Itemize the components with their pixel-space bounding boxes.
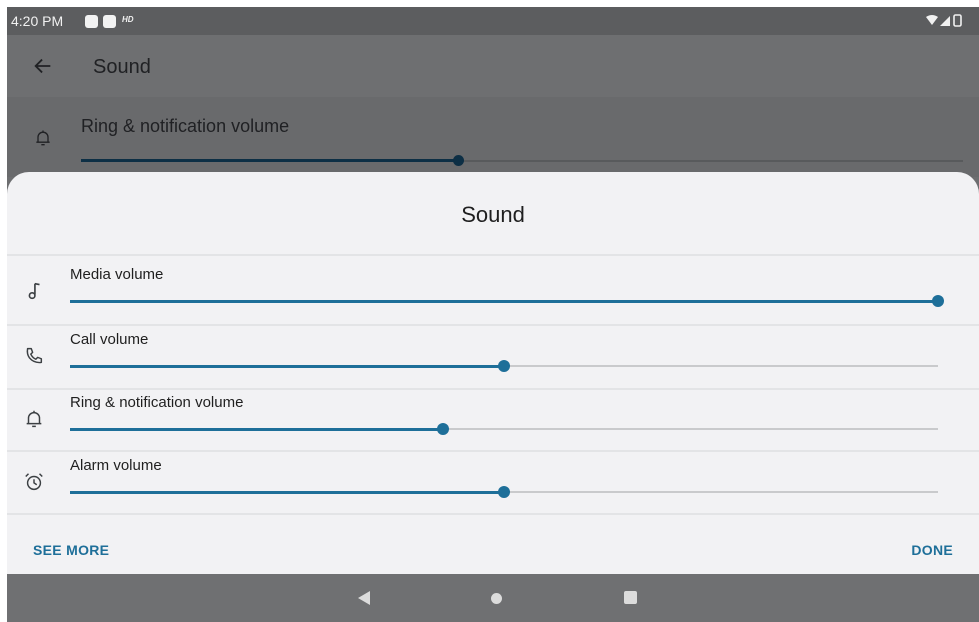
slider-label: Ring & notification volume bbox=[70, 394, 244, 411]
bell-icon bbox=[26, 410, 42, 428]
bg-row-label: Ring & notification volume bbox=[81, 116, 290, 136]
ring-volume-slider[interactable] bbox=[70, 423, 938, 435]
status-time: 4:20 PM bbox=[11, 13, 64, 29]
status-icons bbox=[925, 14, 965, 31]
hd-badge: HD bbox=[122, 15, 134, 24]
slider-thumb[interactable] bbox=[437, 423, 450, 435]
notification-icon bbox=[103, 15, 116, 28]
nav-back-icon[interactable] bbox=[357, 590, 371, 606]
bg-ring-volume-row: Ring & notification volume bbox=[7, 97, 979, 177]
media-volume-slider[interactable] bbox=[70, 295, 944, 307]
alarm-volume-row: Alarm volume bbox=[7, 451, 979, 513]
slider-thumb[interactable] bbox=[498, 360, 510, 372]
alarm-clock-icon bbox=[25, 473, 43, 491]
alarm-volume-slider[interactable] bbox=[70, 486, 938, 498]
navigation-bar bbox=[7, 574, 979, 622]
slider-fill bbox=[70, 364, 504, 368]
page-title: Sound bbox=[93, 56, 151, 78]
call-volume-row: Call volume bbox=[7, 325, 979, 387]
music-note-icon bbox=[28, 282, 40, 300]
cell-signal-icon bbox=[940, 16, 950, 26]
nav-recents-icon[interactable] bbox=[624, 591, 637, 604]
bell-icon bbox=[36, 130, 50, 146]
call-volume-slider[interactable] bbox=[70, 360, 938, 372]
tablet-screen: 4:20 PM HD Sound Ring & notification vol… bbox=[7, 7, 979, 622]
see-more-button[interactable]: SEE MORE bbox=[33, 542, 109, 558]
slider-label: Call volume bbox=[70, 331, 149, 348]
sheet-title: Sound bbox=[461, 202, 525, 227]
divider bbox=[7, 513, 979, 515]
slider-label: Media volume bbox=[70, 266, 164, 283]
phone-icon bbox=[26, 347, 43, 364]
slider-thumb[interactable] bbox=[932, 295, 944, 307]
wifi-icon bbox=[926, 15, 938, 25]
battery-icon bbox=[953, 14, 962, 27]
status-bar: 4:20 PM HD bbox=[7, 7, 979, 35]
sound-bottom-sheet: Sound Media volume Call volume Ring & no… bbox=[7, 172, 979, 574]
nav-home-icon[interactable] bbox=[491, 593, 502, 604]
slider-fill bbox=[70, 299, 938, 303]
bg-slider-fill bbox=[81, 159, 459, 162]
slider-fill bbox=[70, 490, 504, 494]
back-arrow-icon[interactable] bbox=[32, 55, 54, 77]
bg-slider-thumb bbox=[453, 155, 464, 166]
slider-fill bbox=[70, 427, 444, 431]
media-volume-row: Media volume bbox=[7, 260, 979, 322]
slider-label: Alarm volume bbox=[70, 457, 162, 474]
divider bbox=[7, 254, 979, 256]
notification-icon bbox=[85, 15, 98, 28]
ring-volume-row: Ring & notification volume bbox=[7, 388, 979, 450]
slider-thumb[interactable] bbox=[498, 486, 510, 498]
done-button[interactable]: DONE bbox=[911, 542, 953, 558]
settings-app-bar: Sound bbox=[7, 35, 979, 97]
